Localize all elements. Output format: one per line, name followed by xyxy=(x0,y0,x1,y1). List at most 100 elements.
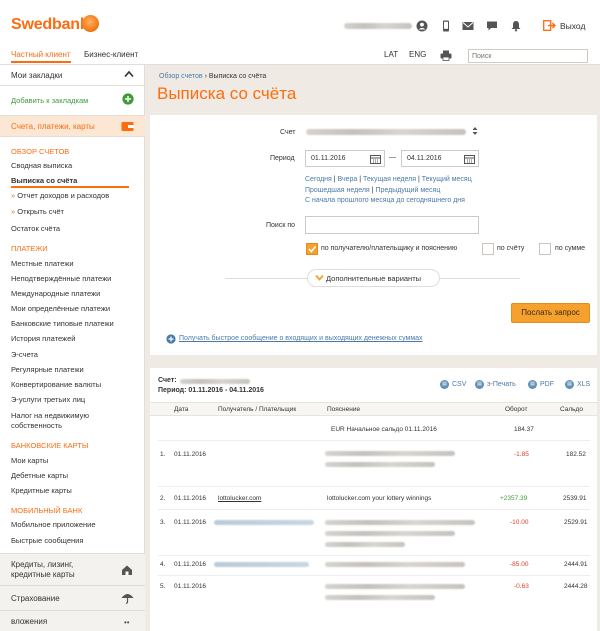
sidebar-item-payments[interactable]: История платежей xyxy=(11,334,75,343)
lang-lat-link[interactable]: LAT xyxy=(384,50,398,59)
calendar-icon[interactable] xyxy=(464,154,475,164)
sidebar-item-payments[interactable]: Регулярные платежи xyxy=(11,365,84,374)
description-blurred xyxy=(325,562,465,567)
nav-bar: Частный клиент Бизнес-клиент LAT ENG xyxy=(0,47,600,65)
sidebar-item-payments[interactable]: Банковские типовые платежи xyxy=(11,319,114,328)
checkbox-account[interactable] xyxy=(482,243,494,255)
bell-icon[interactable] xyxy=(510,20,522,32)
col-date: Дата xyxy=(174,406,189,413)
sidebar-section-credits-label: кредитные карты xyxy=(11,570,75,579)
sidebar-item-cards[interactable]: Дебетные карты xyxy=(11,471,68,480)
col-payee: Получатель / Плательщик xyxy=(218,406,297,413)
logout-label: Выход xyxy=(560,20,586,31)
export-xls-button[interactable]: ▤ XLS xyxy=(565,380,590,389)
quick-message-link[interactable]: Получать быстрое сообщение о входящих и … xyxy=(179,335,423,342)
sidebar-item-mobile[interactable]: Мобильное приложение xyxy=(11,520,96,529)
tab-business-client[interactable]: Бизнес-клиент xyxy=(84,50,138,59)
sidebar-item-payments[interactable]: Э-услуги третьих лиц xyxy=(11,395,85,404)
link-since-last-month[interactable]: С начала прошлого месяца до сегодняшнего… xyxy=(305,197,465,204)
payee-link[interactable]: lottolucker.com xyxy=(218,495,261,502)
sidebar-heading-payments: ПЛАТЕЖИ xyxy=(11,244,48,253)
page-title: Выписка со счёта xyxy=(157,84,297,103)
sidebar-item-cards[interactable]: Кредитные карты xyxy=(11,486,72,495)
sidebar-item-summary-statement[interactable]: Сводная выписка xyxy=(11,161,72,170)
print-icon: ▤ xyxy=(475,380,484,389)
description-blurred xyxy=(325,520,475,525)
opening-balance-amount: 184.37 xyxy=(514,426,534,433)
tab-private-client[interactable]: Частный клиент xyxy=(11,50,71,63)
user-name-blurred xyxy=(344,23,412,29)
print-icon[interactable] xyxy=(440,50,452,61)
sidebar-item-payments[interactable]: Э-счета xyxy=(11,350,38,359)
select-arrows-icon xyxy=(472,126,478,136)
period-quick-links: Сегодня | Вчера | Текущая неделя | Текущ… xyxy=(305,176,472,204)
breadcrumb: Обзор счетов › Выписка со счёта xyxy=(159,73,266,80)
result-period: Период: 01.11.2016 - 04.11.2016 xyxy=(158,387,264,394)
sidebar-item-mobile[interactable]: Быстрые сообщения xyxy=(11,536,83,545)
sidebar-item-payments[interactable]: Местные платежи xyxy=(11,259,74,268)
sidebar-heading-overview: ОБЗОР СЧЕТОВ xyxy=(11,147,70,156)
search-input[interactable] xyxy=(468,49,588,63)
lang-eng-link[interactable]: ENG xyxy=(409,50,426,59)
calendar-icon[interactable] xyxy=(370,154,381,164)
chevron-up-icon[interactable] xyxy=(124,70,134,78)
search-by-label: Поиск по xyxy=(266,222,296,229)
col-balance: Сальдо xyxy=(560,406,583,413)
link-last-week[interactable]: Прошедшая неделя xyxy=(305,187,370,194)
account-select[interactable] xyxy=(304,124,479,140)
link-current-month[interactable]: Текущий месяц xyxy=(422,176,472,183)
link-today[interactable]: Сегодня xyxy=(305,176,332,183)
mail-icon[interactable] xyxy=(462,20,474,32)
period-dash: — xyxy=(389,154,396,161)
logout-button[interactable]: Выход xyxy=(543,20,585,31)
swedbank-logo[interactable]: Swedbank xyxy=(11,16,89,34)
sidebar-item-payments[interactable]: Мои определённые платежи xyxy=(11,304,110,313)
export-print-button[interactable]: ▤ э-Печать xyxy=(475,380,516,389)
sidebar-section-credits-label: Кредиты, лизинг, xyxy=(11,560,74,569)
quick-message-row[interactable]: Получать быстрое сообщение о входящих и … xyxy=(166,334,423,344)
checkbox-amount[interactable] xyxy=(539,243,551,255)
sidebar-section-accounts-label: Счета, платежи, карты xyxy=(11,122,95,131)
link-previous-month[interactable]: Предыдущий месяц xyxy=(375,187,440,194)
sidebar-heading-cards: БАНКОВСКИЕ КАРТЫ xyxy=(11,441,89,450)
sidebar-item-open-account[interactable]: » Открыть счёт xyxy=(11,207,64,216)
description-blurred xyxy=(325,462,435,467)
main-content: Обзор счетов › Выписка со счёта Выписка … xyxy=(147,65,600,631)
logout-icon xyxy=(543,20,556,31)
plus-circle-icon[interactable] xyxy=(122,93,134,105)
breadcrumb-home[interactable]: Обзор счетов xyxy=(159,73,203,80)
sidebar-bookmarks[interactable]: Мои закладки xyxy=(11,71,62,80)
swedbank-sun-logo-icon xyxy=(82,15,99,32)
submit-button[interactable]: Послать запрос xyxy=(511,303,590,323)
export-pdf-button[interactable]: ▤ PDF xyxy=(528,380,554,389)
sidebar-section-investments-label: вложения xyxy=(11,617,48,626)
sidebar-item-payments[interactable]: Неподтверждённые платежи xyxy=(11,274,111,283)
export-csv-button[interactable]: ▤ CSV xyxy=(440,380,466,389)
mobile-phone-icon[interactable] xyxy=(440,20,452,32)
sidebar-item-account-statement[interactable]: Выписка со счёта xyxy=(11,176,77,185)
sidebar-item-balance[interactable]: Остаток счёта xyxy=(11,224,60,233)
sidebar-item-payments[interactable]: Конвертирование валюты xyxy=(11,380,101,389)
sidebar-item-property-tax[interactable]: Налог на недвижимую xyxy=(11,411,89,420)
result-account-blurred xyxy=(180,379,250,384)
opening-balance-label: EUR Начальное сальдо 01.11.2016 xyxy=(331,426,437,433)
result-account-label: Счет: xyxy=(158,377,177,384)
sidebar-item-cards[interactable]: Мои карты xyxy=(11,456,48,465)
wallet-icon xyxy=(121,120,134,132)
chat-icon[interactable] xyxy=(486,20,498,32)
top-header: Swedbank Выход xyxy=(0,0,600,47)
description-blurred xyxy=(325,584,465,589)
link-current-week[interactable]: Текущая неделя xyxy=(363,176,416,183)
link-yesterday[interactable]: Вчера xyxy=(338,176,358,183)
sidebar-item-payments[interactable]: Международные платежи xyxy=(11,289,100,298)
sidebar-item-income-report[interactable]: » Отчет доходов и расходов xyxy=(11,191,109,200)
sidebar-item-property-tax-l2[interactable]: собственность xyxy=(11,421,62,430)
checkbox-payer[interactable] xyxy=(306,243,318,255)
search-by-input[interactable] xyxy=(305,216,479,234)
breadcrumb-current: Выписка со счёта xyxy=(208,73,267,80)
col-description: Пояснение xyxy=(327,406,361,413)
more-options-toggle[interactable]: Дополнительные варианты xyxy=(307,269,440,287)
description-blurred xyxy=(325,531,455,536)
add-bookmark-link[interactable]: Добавить к закладкам xyxy=(11,96,88,105)
user-icon[interactable] xyxy=(416,20,428,32)
